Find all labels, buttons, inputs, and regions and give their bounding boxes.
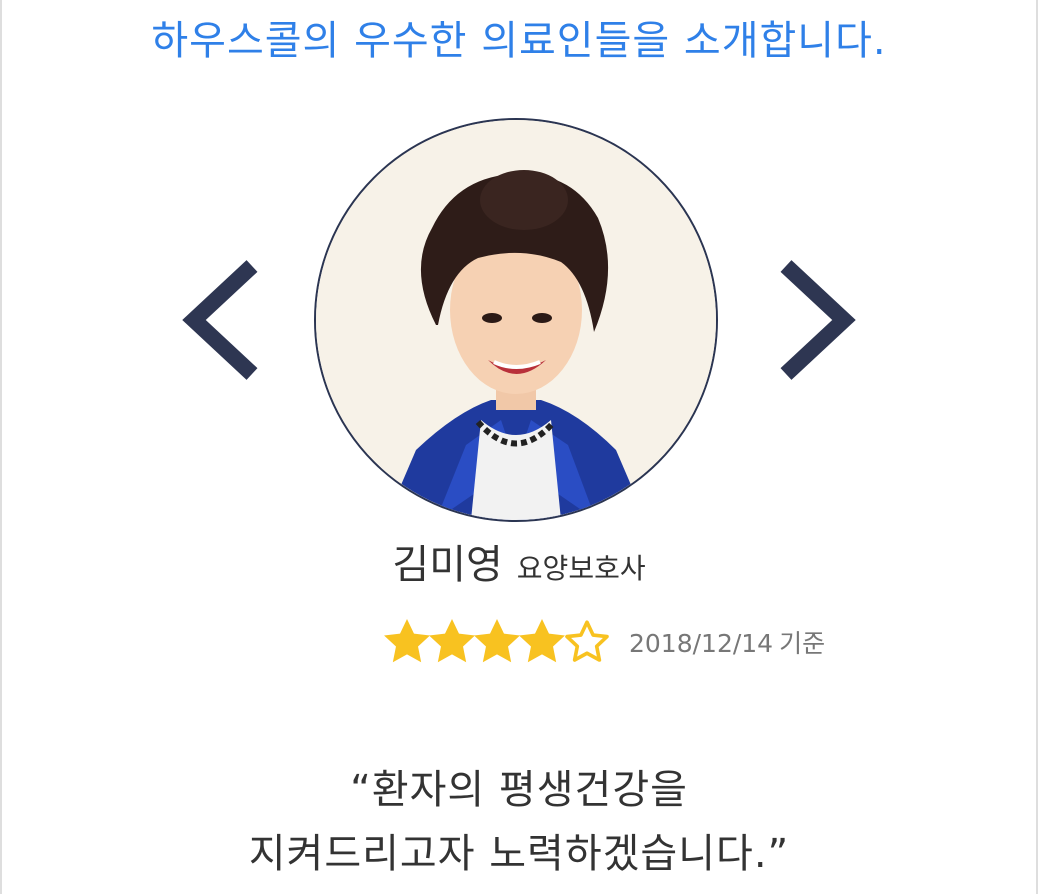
quote-line-1: “환자의 평생건강을 xyxy=(350,767,688,813)
staff-role: 요양보호사 xyxy=(516,552,646,585)
staff-portrait-photo xyxy=(316,120,716,520)
rating-date: 2018/12/14 기준 xyxy=(629,624,825,660)
rating-date-value: 2018/12/14 xyxy=(629,629,774,658)
chevron-left-icon xyxy=(182,260,258,380)
avatar xyxy=(314,118,718,522)
prev-button[interactable] xyxy=(180,258,260,382)
quote-line-2: 지켜드리고자 노력하겠습니다.” xyxy=(248,831,790,877)
star-rating xyxy=(380,615,609,669)
page-title: 하우스콜의 우수한 의료인들을 소개합니다. xyxy=(151,18,887,64)
profile-name-row: 김미영 요양보호사 xyxy=(0,532,1038,590)
staff-quote: “환자의 평생건강을 지켜드리고자 노력하겠습니다.” xyxy=(0,758,1038,886)
rating-row: 2018/12/14 기준 xyxy=(380,612,825,672)
chevron-right-icon xyxy=(780,260,856,380)
rating-date-suffix: 기준 xyxy=(779,629,826,658)
star-empty-icon xyxy=(560,615,614,669)
next-button[interactable] xyxy=(778,258,858,382)
staff-name: 김미영 xyxy=(392,542,503,588)
